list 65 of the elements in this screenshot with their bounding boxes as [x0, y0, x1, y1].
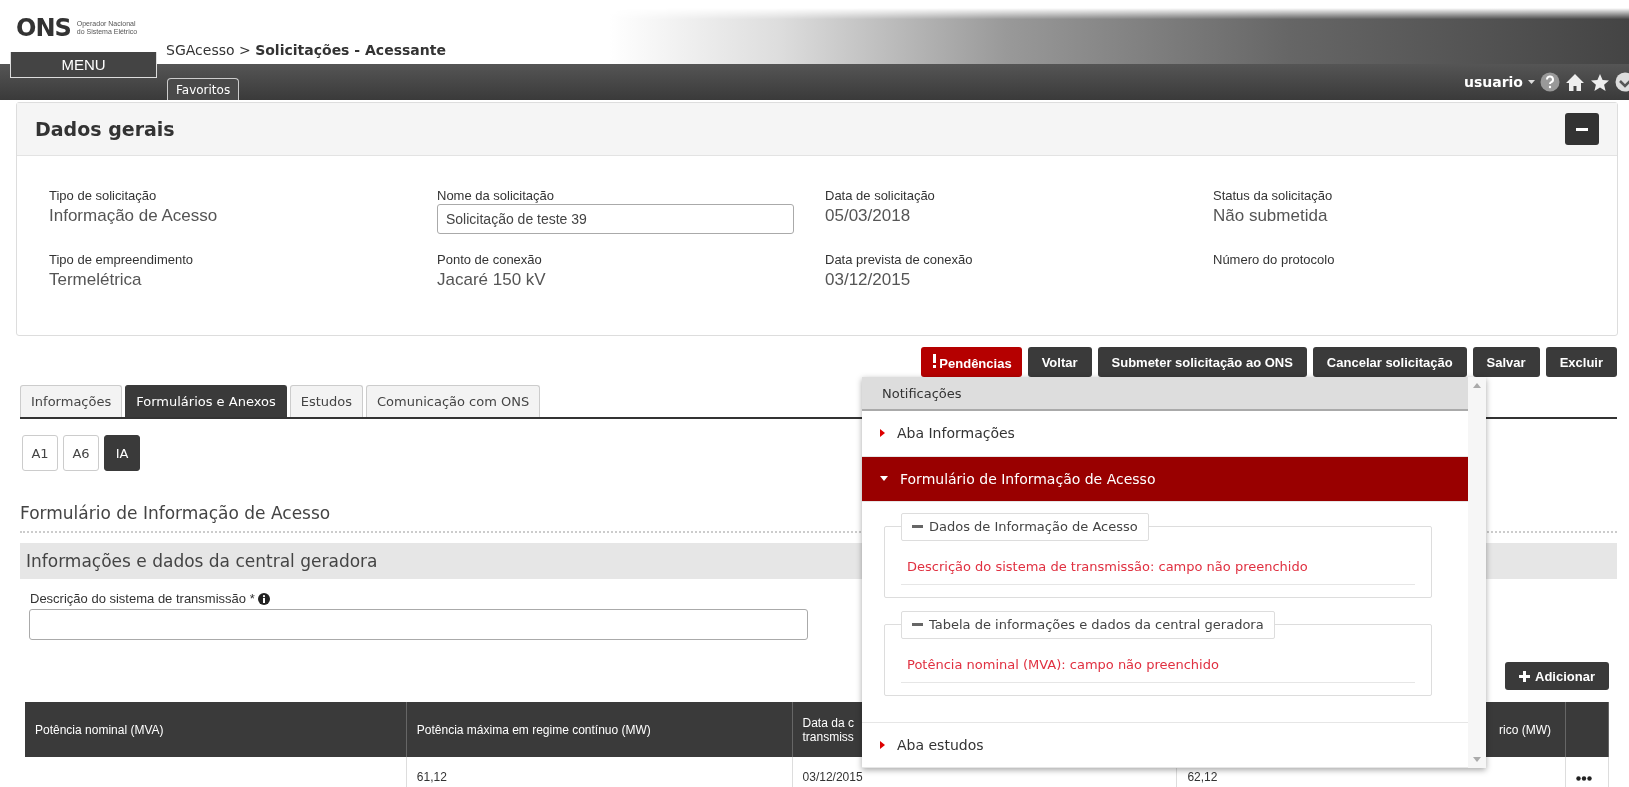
breadcrumb-current: Solicitações - Acessante	[255, 42, 446, 58]
caret-icon[interactable]	[1528, 80, 1535, 84]
error-message: Descrição do sistema de transmissão: campo não preenchido	[901, 550, 1415, 585]
card-title: Dados gerais	[35, 118, 175, 140]
more-icon[interactable]	[1576, 776, 1592, 781]
field-label: Status da solicitação	[1213, 188, 1334, 203]
pending-button[interactable]: Pendências	[920, 347, 1022, 377]
field-label: Tipo de solicitação	[49, 188, 158, 203]
notification-group[interactable]: Formulário de Informação de Acesso	[862, 456, 1468, 502]
logo: ONS	[16, 14, 71, 42]
text-field[interactable]	[29, 609, 808, 640]
tab[interactable]: Informações	[20, 385, 123, 417]
field-label: Data de solicitação	[825, 188, 936, 203]
minus-icon	[1576, 127, 1588, 131]
column-header: Potência nominal (MVA)	[25, 702, 407, 757]
plus-icon	[1519, 670, 1531, 682]
panel-header: Notificações	[862, 377, 1468, 412]
star-icon[interactable]	[1590, 72, 1610, 92]
error-message: Potência nominal (MVA): campo não preenchido	[901, 648, 1415, 683]
field-label: Tipo de empreendimento	[49, 252, 195, 267]
field-value: Não submetida	[1213, 206, 1329, 226]
form-tab[interactable]: IA	[104, 435, 140, 471]
caret-right-icon	[880, 740, 885, 749]
notification-group[interactable]: Aba estudos	[862, 721, 1468, 768]
breadcrumb-link[interactable]: SGAcesso >	[166, 42, 256, 58]
minus-icon	[912, 623, 923, 627]
field-label: Nome da solicitação	[437, 188, 556, 203]
field-value: Termelétrica	[49, 270, 143, 290]
action-button[interactable]: Submeter solicitação ao ONS	[1097, 347, 1307, 377]
action-button[interactable]: Salvar	[1472, 347, 1540, 377]
action-button[interactable]: Excluir	[1545, 347, 1617, 377]
action-button[interactable]: Cancelar solicitação	[1312, 347, 1467, 377]
favorites-tab[interactable]: Favoritos	[167, 78, 240, 100]
exclamation-icon	[932, 353, 936, 368]
menu-button[interactable]: MENU	[10, 52, 157, 78]
field-value: Informação de Acesso	[49, 206, 219, 226]
caret-down-icon	[880, 476, 888, 482]
action-button[interactable]: Voltar	[1027, 347, 1092, 377]
field-label: Data prevista de conexão	[825, 252, 974, 267]
form-tab[interactable]: A1	[22, 435, 58, 471]
column-header: Potência máxima em regime contínuo (MW)	[406, 702, 793, 757]
home-icon[interactable]	[1565, 72, 1585, 92]
field-value: Jacaré 150 kV	[437, 270, 547, 290]
text-field[interactable]: Solicitação de teste 39	[437, 204, 794, 234]
tab[interactable]: Comunicação com ONS	[366, 385, 541, 417]
section-toggle[interactable]: Dados de Informação de Acesso	[901, 512, 1149, 541]
tab[interactable]: Formulários e Anexos	[125, 385, 287, 417]
column-header	[1565, 702, 1609, 757]
tab[interactable]: Estudos	[289, 385, 363, 417]
field-label: Ponto de conexão	[437, 252, 543, 267]
user-menu[interactable]: usuario	[1463, 74, 1523, 90]
info-icon[interactable]	[257, 592, 270, 605]
table-cell: 61,12	[406, 757, 793, 787]
field-value: 05/03/2018	[825, 206, 912, 226]
field-value: 03/12/2015	[825, 270, 912, 290]
form-tab[interactable]: A6	[63, 435, 99, 471]
notification-group[interactable]: Aba Informações	[862, 411, 1468, 457]
help-icon[interactable]	[1540, 72, 1560, 92]
field-label: Número do protocolo	[1213, 252, 1336, 267]
minus-icon	[912, 525, 923, 529]
add-button[interactable]: Adicionar	[1505, 662, 1609, 690]
caret-right-icon	[880, 429, 885, 438]
section-toggle[interactable]: Tabela de informações e dados da central geradora	[901, 610, 1275, 639]
field-label: Descrição do sistema de transmissão *	[30, 591, 255, 606]
collapse-button[interactable]	[1565, 113, 1599, 145]
